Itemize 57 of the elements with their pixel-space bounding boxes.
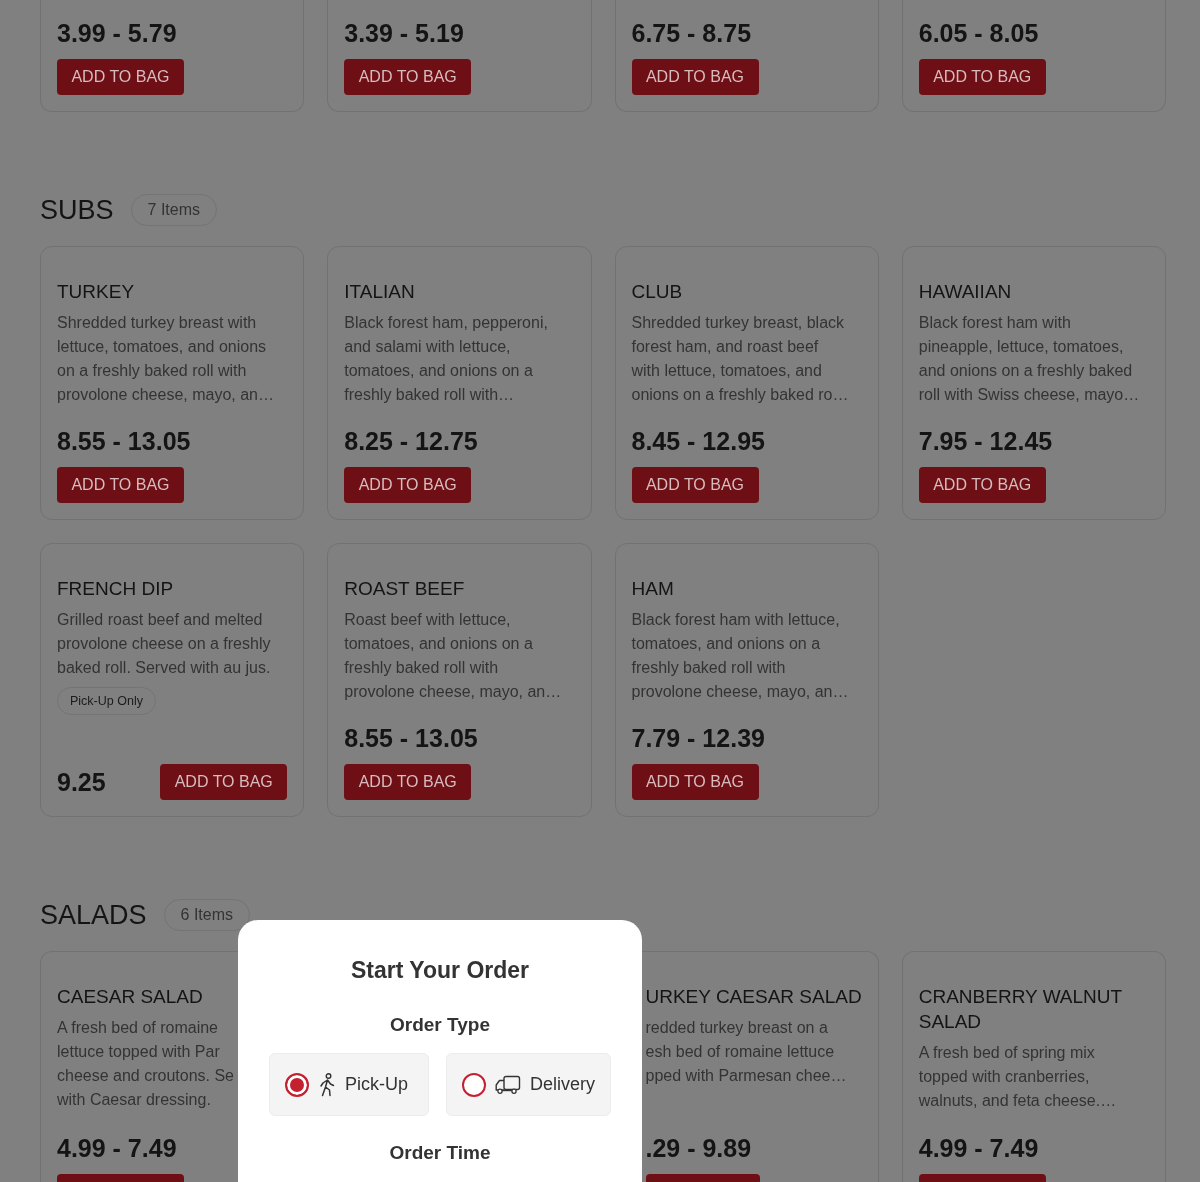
item-description: A fresh bed of spring mix topped with cranberries, walnuts, and feta cheese.… [918, 1043, 1117, 1111]
partial-button[interactable] [918, 1174, 1046, 1182]
add-to-bag-button[interactable]: ADD TO BAG [631, 764, 759, 800]
add-to-bag-button[interactable]: ADD TO BAG [631, 59, 759, 95]
add-to-bag-button[interactable]: ADD TO BAG [344, 467, 472, 503]
item-price: 7.79 - 12.39 [631, 723, 765, 754]
item-name: ITALIAN [344, 280, 415, 304]
order-type-heading: Order Type [390, 1013, 490, 1037]
item-name: FRENCH DIP [57, 577, 174, 601]
walking-person-icon [318, 1072, 336, 1097]
item-description: Black forest ham with pineapple, lettuce, tomatoes, and onions on a freshly baked roll with Swiss cheese, mayo… [918, 313, 1140, 405]
item-description: Roast beef with lettuce, tomatoes, and onions on a freshly baked roll with provolone cheese, mayo, an… [344, 610, 562, 702]
add-to-bag-button[interactable]: ADD TO BAG [631, 467, 759, 503]
add-to-bag-button[interactable]: ADD TO BAG [344, 59, 472, 95]
item-description: Black forest ham with lettuce, tomatoes, and onions on a freshly baked roll with provolone cheese, mayo, an… [631, 610, 849, 702]
item-price: 3.99 - 5.79 [57, 18, 177, 49]
item-price: 3.39 - 5.19 [344, 18, 464, 49]
modal-title: Start Your Order [350, 956, 530, 985]
item-price: .29 - 9.89 [645, 1133, 752, 1164]
item-name: CRANBERRY WALNUT SALAD [918, 985, 1123, 1034]
item-description: Shredded turkey breast with lettuce, tomatoes, and onions on a freshly baked roll with provolone cheese, mayo, an… [57, 313, 274, 405]
add-to-bag-button[interactable]: ADD TO BAG [918, 59, 1046, 95]
item-name: URKEY CAESAR SALAD [645, 985, 862, 1009]
item-price: 4.99 - 7.49 [918, 1133, 1039, 1164]
item-description: Black forest ham, pepperoni, and salami with lettuce, tomatoes, and onions on a freshly baked roll with… [344, 313, 548, 405]
section-title: SALADS [40, 899, 147, 932]
add-to-bag-button[interactable]: ADD TO BAG [918, 467, 1046, 503]
item-price: 8.55 - 13.05 [344, 723, 478, 754]
order-type-option[interactable]: Pick-Up [269, 1053, 429, 1116]
partial-button[interactable] [645, 1174, 760, 1182]
item-description: Shredded turkey breast, black forest ham, and roast beef with lettuce, tomatoes, and onions on a freshly baked ro… [631, 313, 849, 405]
item-price: 6.05 - 8.05 [918, 18, 1039, 49]
order-time-heading: Order Time [389, 1141, 491, 1165]
section-title: SUBS [40, 194, 114, 227]
item-description: A fresh bed of romaine lettuce topped with Par cheese and croutons. Se with Caesar dressing. [57, 1018, 234, 1110]
item-name: HAWAIIAN [918, 280, 1012, 304]
item-price: 6.75 - 8.75 [631, 18, 752, 49]
item-name: HAM [631, 577, 674, 601]
item-name: ROAST BEEF [344, 577, 465, 601]
item-price: 4.99 - 7.49 [57, 1133, 177, 1164]
item-description: Grilled roast beef and melted provolone cheese on a freshly baked roll. Served with au jus. [57, 610, 271, 678]
item-price: 7.95 - 12.45 [918, 426, 1053, 457]
item-name: CAESAR SALAD [57, 985, 203, 1009]
add-to-bag-button[interactable]: ADD TO BAG [57, 59, 184, 95]
add-to-bag-button[interactable]: ADD TO BAG [160, 764, 288, 800]
item-price: 9.25 [57, 767, 106, 798]
item-price: 8.45 - 12.95 [631, 426, 765, 457]
partial-button[interactable] [57, 1174, 184, 1182]
item-price: 8.25 - 12.75 [344, 426, 478, 457]
order-type-option[interactable]: Delivery [446, 1053, 611, 1116]
add-to-bag-button[interactable]: ADD TO BAG [57, 467, 184, 503]
item-name: CLUB [631, 280, 683, 304]
item-price: 8.55 - 13.05 [57, 426, 191, 457]
item-name: TURKEY [57, 280, 135, 304]
truck-icon [495, 1074, 521, 1095]
add-to-bag-button[interactable]: ADD TO BAG [344, 764, 472, 800]
item-description: redded turkey breast on a esh bed of romaine lettuce pped with Parmesan chee… [645, 1018, 847, 1086]
